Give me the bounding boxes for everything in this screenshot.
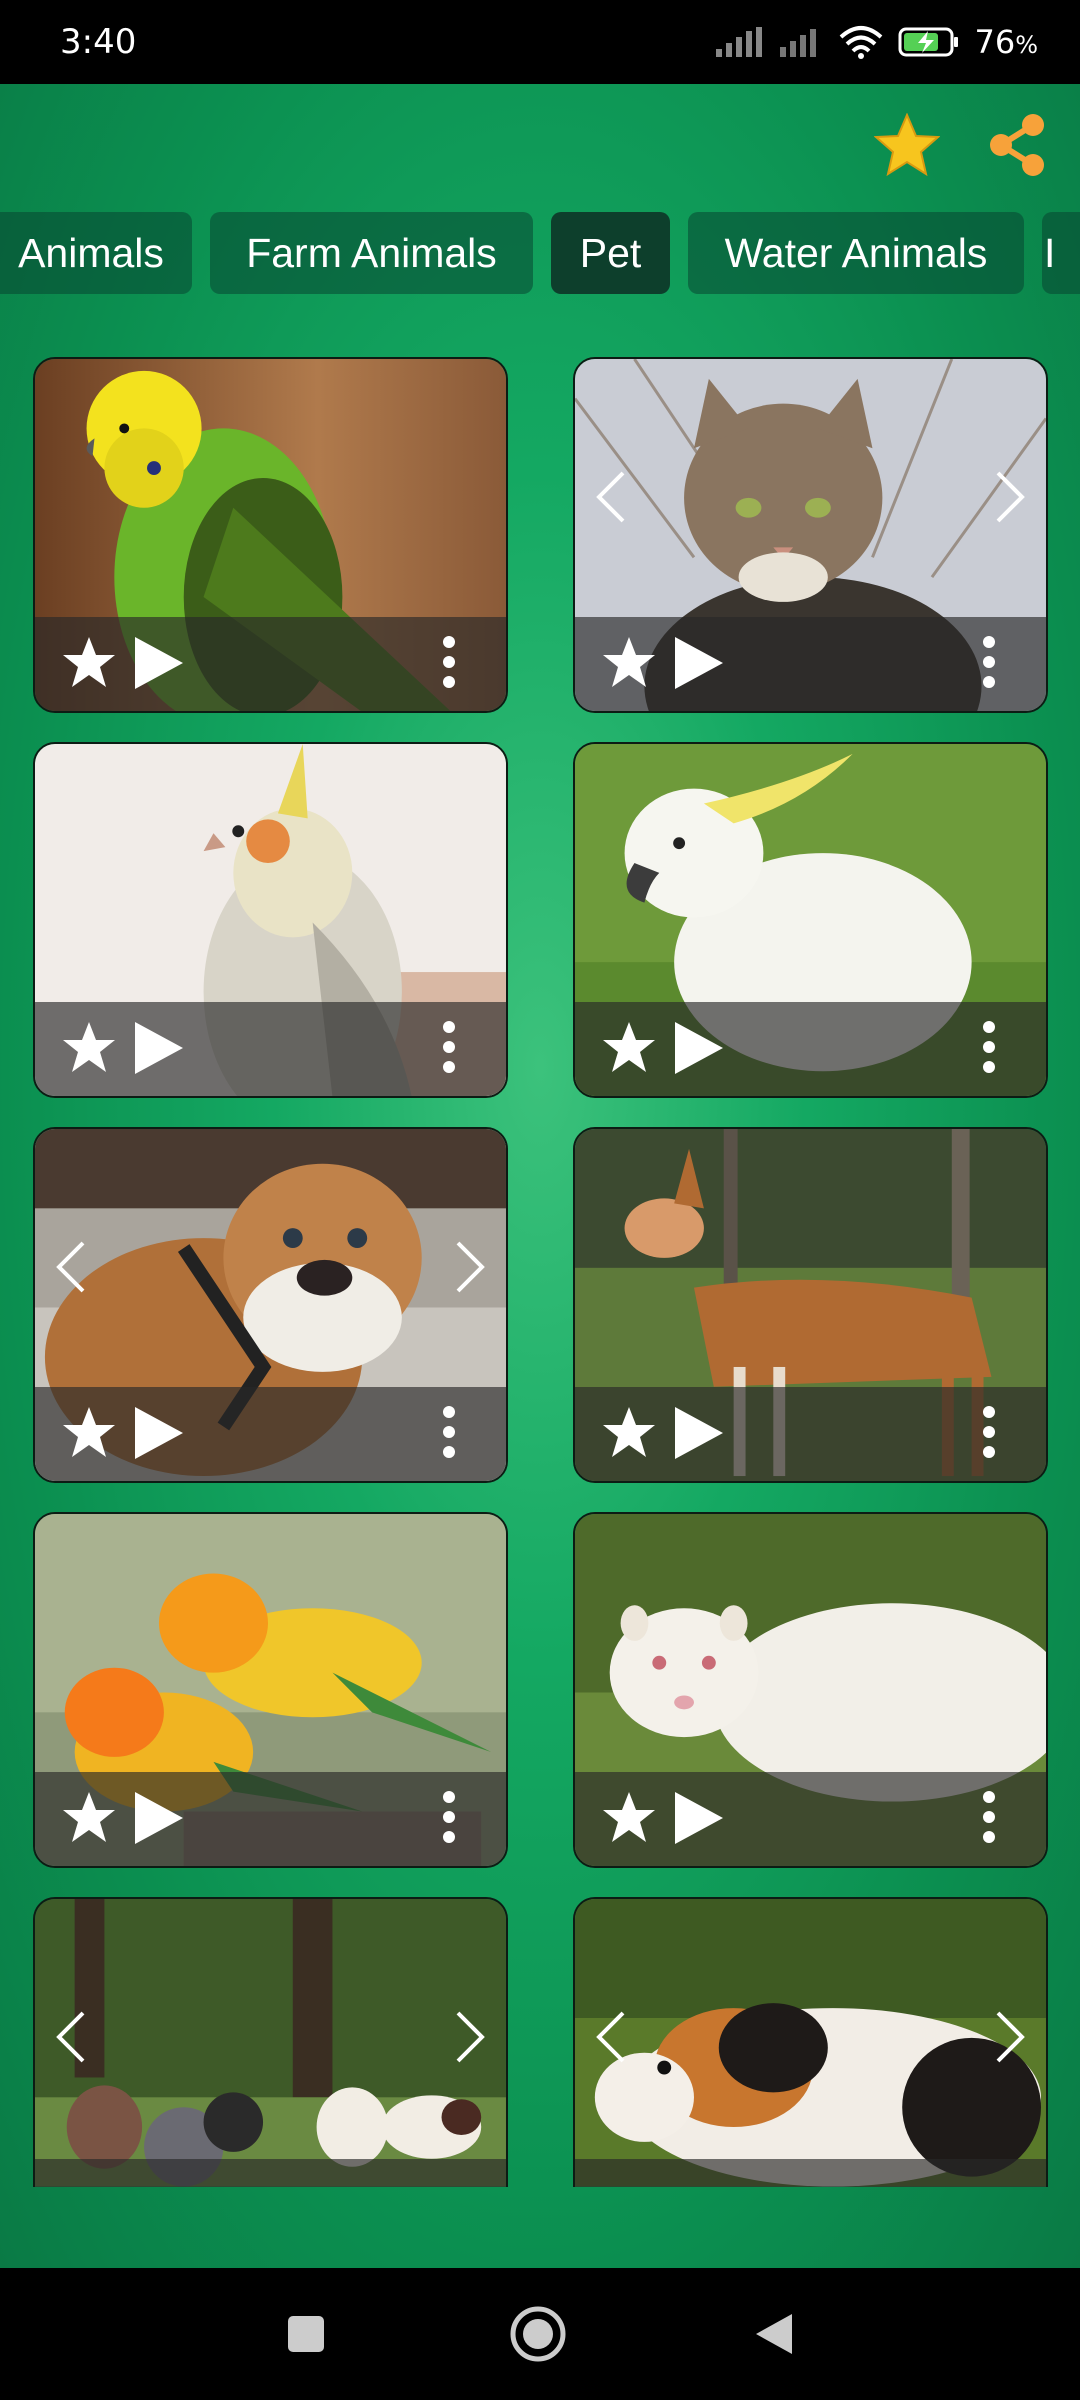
back-icon [756, 2314, 792, 2354]
recents-icon [288, 2316, 324, 2352]
more-options-icon[interactable] [442, 635, 456, 689]
tab-next-category[interactable]: I [1042, 212, 1080, 294]
next-image-icon[interactable] [992, 2009, 1028, 2065]
more-options-icon[interactable] [982, 1405, 996, 1459]
sound-card-ferret[interactable] [573, 1512, 1048, 1868]
tab-farm-animals[interactable]: Farm Animals [210, 212, 533, 294]
more-options-icon[interactable] [442, 1790, 456, 1844]
more-options-icon[interactable] [442, 1020, 456, 1074]
tab-water-animals[interactable]: Water Animals [688, 212, 1024, 294]
play-icon[interactable] [671, 1020, 725, 1076]
more-options-icon[interactable] [982, 1790, 996, 1844]
sound-card-guinea-pig[interactable] [573, 1897, 1048, 2187]
status-time: 3:40 [60, 22, 137, 62]
play-icon[interactable] [671, 1790, 725, 1846]
more-options-icon[interactable] [982, 635, 996, 689]
more-options-icon[interactable] [442, 1405, 456, 1459]
sound-card-conures[interactable] [33, 1512, 508, 1868]
favorite-star-icon[interactable] [601, 1405, 657, 1461]
play-icon[interactable] [671, 1405, 725, 1461]
favorite-star-icon[interactable] [61, 1020, 117, 1076]
share-button[interactable] [982, 110, 1052, 180]
wifi-icon [840, 26, 883, 59]
star-icon [874, 113, 940, 177]
share-icon [990, 114, 1044, 176]
status-bar: 3:40 76% [0, 0, 1080, 84]
signal-icon [716, 27, 763, 57]
system-navigation-bar [0, 2268, 1080, 2400]
previous-image-icon[interactable] [593, 469, 629, 525]
next-image-icon[interactable] [992, 469, 1028, 525]
guinea-pig-photo [575, 1899, 1046, 2187]
sound-card-puppies[interactable] [33, 1897, 508, 2187]
favorite-star-icon[interactable] [601, 1020, 657, 1076]
favorite-star-icon[interactable] [61, 1405, 117, 1461]
signal-off-icon [780, 29, 817, 57]
favorite-star-icon[interactable] [601, 1790, 657, 1846]
sound-card-budgie[interactable] [33, 357, 508, 713]
tab-pet[interactable]: Pet [551, 212, 670, 294]
sound-card-hound[interactable] [573, 1127, 1048, 1483]
play-icon[interactable] [131, 1790, 185, 1846]
top-actions [872, 110, 1052, 180]
next-image-icon[interactable] [452, 1239, 488, 1295]
favorites-button[interactable] [872, 110, 942, 180]
sound-card-cat[interactable] [573, 357, 1048, 713]
card-controls [575, 2159, 1046, 2187]
previous-image-icon[interactable] [53, 2009, 89, 2065]
recents-button[interactable] [276, 2304, 336, 2364]
previous-image-icon[interactable] [593, 2009, 629, 2065]
favorite-star-icon[interactable] [61, 635, 117, 691]
app-content: Animals Farm Animals Pet Water Animals I [0, 84, 1080, 2268]
play-icon[interactable] [131, 635, 185, 691]
favorite-star-icon[interactable] [601, 635, 657, 691]
home-icon [510, 2306, 566, 2362]
category-tabs: Animals Farm Animals Pet Water Animals I [0, 212, 1080, 294]
battery-charging-icon [898, 27, 959, 57]
back-button[interactable] [744, 2304, 804, 2364]
battery-percent: 76% [974, 23, 1038, 61]
sound-card-cockatoo[interactable] [573, 742, 1048, 1098]
play-icon[interactable] [671, 635, 725, 691]
puppies-photo [35, 1899, 506, 2187]
sound-card-bulldog[interactable] [33, 1127, 508, 1483]
status-icons: 76% [714, 23, 1038, 61]
tab-animals[interactable]: Animals [0, 212, 192, 294]
previous-image-icon[interactable] [53, 1239, 89, 1295]
next-image-icon[interactable] [452, 2009, 488, 2065]
card-controls [35, 2159, 506, 2187]
favorite-star-icon[interactable] [61, 1790, 117, 1846]
sound-card-cockatiel[interactable] [33, 742, 508, 1098]
home-button[interactable] [508, 2304, 568, 2364]
more-options-icon[interactable] [982, 1020, 996, 1074]
play-icon[interactable] [131, 1405, 185, 1461]
play-icon[interactable] [131, 1020, 185, 1076]
